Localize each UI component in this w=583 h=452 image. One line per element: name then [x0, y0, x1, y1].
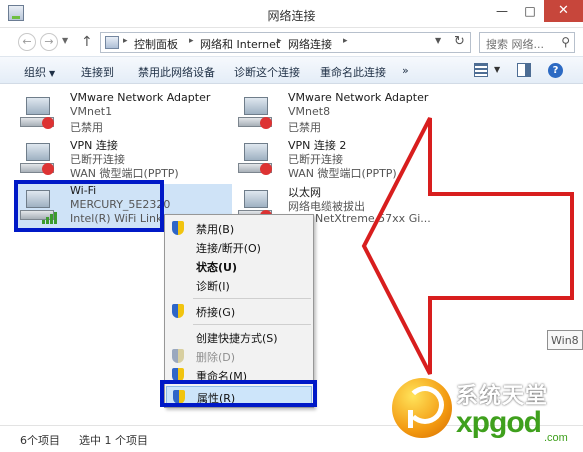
menu-item-label: 桥接(G)	[196, 306, 236, 319]
close-button[interactable]: ✕	[544, 0, 583, 22]
watermark-logo: 系统天堂 xpgod .com	[392, 376, 583, 452]
menu-separator	[193, 298, 311, 299]
menu-item-label: 状态(U)	[196, 261, 237, 274]
breadcrumb-separator[interactable]: ▸	[189, 36, 194, 46]
address-box[interactable]: ▸ 控制面板 ▸ 网络和 Internet ▸ 网络连接 ▸ ▼ ↻	[100, 32, 471, 53]
logo-stem	[408, 410, 413, 428]
breadcrumb-separator[interactable]: ▸	[343, 36, 348, 46]
annotation-box-wifi	[14, 180, 164, 232]
menu-item-diagnose[interactable]: 诊断(I)	[166, 275, 312, 295]
menu-item-disable[interactable]: 禁用(B)	[166, 218, 312, 238]
diagnose-connection-button[interactable]: 诊断这个连接	[234, 64, 300, 80]
tooltip: Win8	[547, 330, 583, 350]
more-commands-button[interactable]: »	[402, 64, 409, 77]
menu-item-bridge[interactable]: 桥接(G)	[166, 301, 312, 321]
menu-item-create-shortcut[interactable]: 创建快捷方式(S)	[166, 327, 312, 347]
connection-vpn[interactable]: VPN 连接 已断开连接 WAN 微型端口(PPTP)	[18, 137, 238, 185]
forward-button[interactable]: →	[40, 33, 58, 51]
connection-vmnet1[interactable]: VMware Network Adapter VMnet1 已禁用	[18, 91, 238, 139]
help-icon[interactable]: ?	[548, 63, 563, 78]
rename-connection-button[interactable]: 重命名此连接	[320, 64, 386, 80]
breadcrumb-separator[interactable]: ▸	[123, 36, 128, 46]
search-input[interactable]: 搜索 网络... ⚲	[479, 32, 575, 53]
address-dropdown-icon[interactable]: ▼	[435, 36, 441, 45]
menu-item-label: 删除(D)	[196, 351, 236, 364]
logo-text-en: xpgod	[456, 406, 542, 439]
connection-network: VMnet8	[288, 105, 331, 118]
shield-icon	[172, 221, 184, 235]
menu-item-status[interactable]: 状态(U)	[166, 256, 312, 276]
up-button[interactable]: ↑	[81, 34, 93, 50]
menu-item-label: 禁用(B)	[196, 223, 235, 236]
shield-icon	[172, 304, 184, 318]
maximize-button[interactable]: □	[516, 0, 544, 22]
breadcrumb-network-internet[interactable]: 网络和 Internet	[200, 36, 280, 52]
menu-item-label: 诊断(I)	[196, 280, 230, 293]
selection-count: 选中 1 个项目	[79, 434, 148, 447]
breadcrumb-separator[interactable]: ▸	[277, 36, 282, 46]
title-bar: 网络连接 — □ ✕	[0, 0, 583, 28]
change-view-icon[interactable]	[474, 63, 488, 77]
item-count: 6个项目	[20, 434, 60, 447]
annotation-box-properties	[160, 380, 317, 407]
connection-device: WAN 微型端口(PPTP)	[70, 167, 179, 180]
preview-pane-icon[interactable]	[517, 63, 531, 77]
breadcrumb-control-panel[interactable]: 控制面板	[134, 36, 178, 52]
menu-item-connect-disconnect[interactable]: 连接/断开(O)	[166, 237, 312, 257]
chevron-down-icon: ▼	[49, 69, 56, 78]
view-options-dropdown[interactable]: ▼	[494, 65, 500, 74]
back-button[interactable]: ←	[18, 33, 36, 51]
menu-item-label: 创建快捷方式(S)	[196, 332, 278, 345]
connection-status: 已禁用	[288, 121, 321, 134]
logo-emblem-icon	[392, 378, 452, 438]
organize-menu[interactable]: 组织 ▼	[24, 64, 55, 80]
connection-network: VMnet1	[70, 105, 113, 118]
context-menu: 禁用(B) 连接/断开(O) 状态(U) 诊断(I) 桥接(G) 创建快捷方式(…	[164, 214, 314, 408]
command-bar: 组织 ▼ 连接到 禁用此网络设备 诊断这个连接 重命名此连接 » ▼ ?	[0, 56, 583, 84]
disabled-adapter-icon	[238, 95, 276, 131]
connection-name: VMware Network Adapter	[288, 91, 429, 104]
disable-device-button[interactable]: 禁用此网络设备	[138, 64, 215, 80]
address-bar: ← → ▼ ↑ ▸ 控制面板 ▸ 网络和 Internet ▸ 网络连接 ▸ ▼…	[0, 28, 583, 56]
vpn-adapter-icon	[20, 141, 58, 177]
menu-item-label: 连接/断开(O)	[196, 242, 261, 255]
connect-to-button[interactable]: 连接到	[81, 64, 114, 80]
shield-icon	[172, 349, 184, 363]
control-panel-icon	[105, 36, 119, 49]
annotation-arrow-outline	[361, 117, 574, 375]
disabled-adapter-icon	[20, 95, 58, 131]
recent-locations-dropdown[interactable]: ▼	[62, 36, 68, 45]
menu-separator	[193, 324, 311, 325]
vpn-adapter-icon	[238, 141, 276, 177]
breadcrumb-network-connections[interactable]: 网络连接	[288, 36, 332, 52]
menu-item-delete: 删除(D)	[166, 346, 312, 366]
connection-status: 已禁用	[70, 121, 103, 134]
logo-suffix: .com	[544, 432, 568, 444]
search-icon[interactable]: ⚲	[561, 35, 570, 49]
refresh-icon[interactable]: ↻	[454, 34, 465, 49]
connection-name: VMware Network Adapter	[70, 91, 211, 104]
minimize-button[interactable]: —	[488, 0, 516, 22]
search-placeholder: 搜索 网络...	[486, 38, 544, 51]
